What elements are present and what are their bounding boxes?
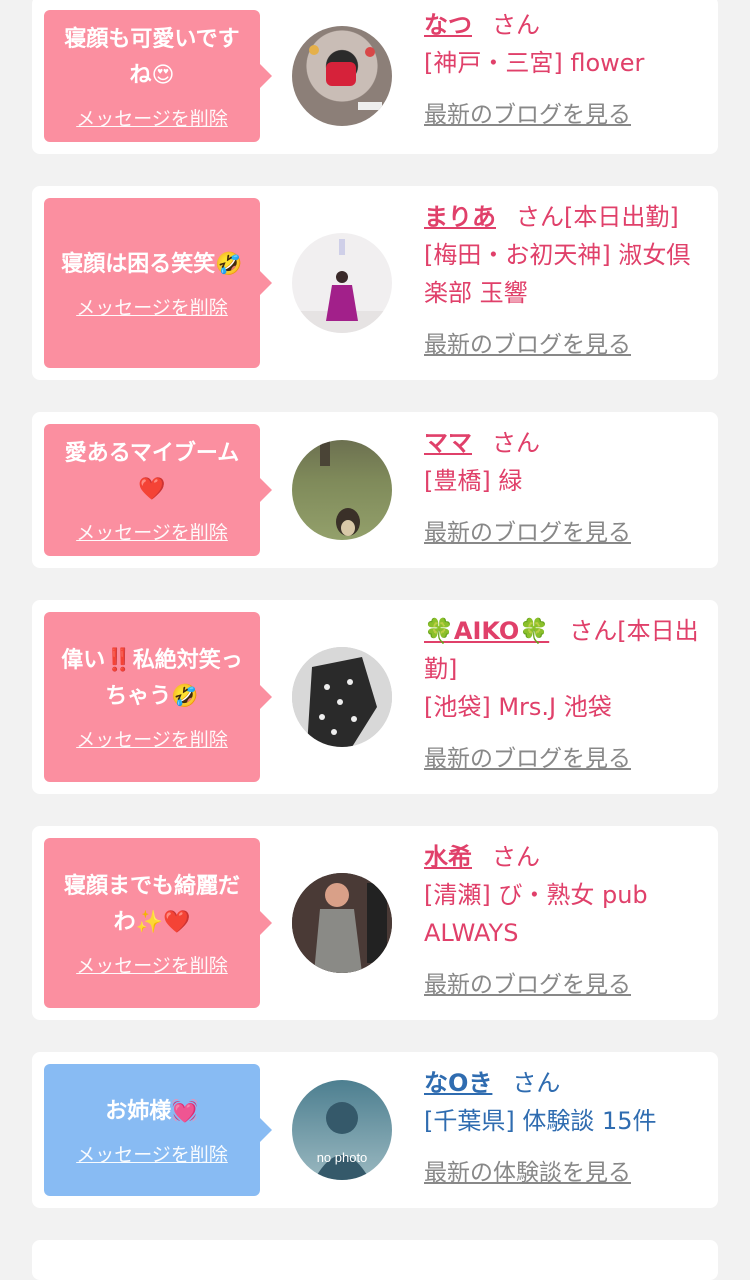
message-bubble: 偉い‼️私絶対笑っちゃう🤣 メッセージを削除 — [44, 612, 272, 782]
sender-info: なつ さん [神戸・三宮] flower 最新のブログを見る — [424, 6, 706, 134]
message-text: 寝顔までも綺麗だわ✨❤️ — [63, 873, 240, 935]
avatar-photo — [320, 440, 360, 536]
message-card: 寝顔までも綺麗だわ✨❤️ メッセージを削除 水希 さん [清瀬] び・熟女 pub… — [32, 826, 718, 1020]
no-photo-label: no photo — [317, 1150, 368, 1165]
sender-suffix: さん[本日出勤] — [516, 203, 679, 231]
avatar[interactable] — [292, 873, 392, 973]
avatar-photo: no photo — [314, 1102, 370, 1180]
avatar[interactable] — [292, 440, 392, 540]
sender-suffix: さん — [512, 1069, 561, 1097]
delete-message-link[interactable]: メッセージを削除 — [76, 293, 228, 320]
message-text: 寝顔も可愛いですね😍 — [64, 26, 240, 88]
message-bubble: 寝顔までも綺麗だわ✨❤️ メッセージを削除 — [44, 838, 272, 1008]
sender-suffix: さん — [492, 429, 540, 457]
message-bubble: 愛あるマイブーム❤️ メッセージを削除 — [44, 424, 272, 556]
avatar[interactable]: no photo — [292, 1080, 392, 1180]
message-card: 偉い‼️私絶対笑っちゃう🤣 メッセージを削除 🍀AIKO🍀 さん[本日出勤] [池… — [32, 600, 718, 794]
blog-link[interactable]: 最新のブログを見る — [424, 326, 706, 364]
sender-info: まりあ さん[本日出勤] [梅田・お初天神] 淑女倶楽部 玉響 最新のブログを見る — [424, 198, 706, 364]
shop-info: [神戸・三宮] flower — [424, 49, 645, 77]
blog-link[interactable]: 最新のブログを見る — [424, 740, 706, 778]
shop-info: [池袋] Mrs.J 池袋 — [424, 693, 612, 721]
message-text: 愛あるマイブーム❤️ — [64, 440, 240, 502]
message-card: 寝顔は困る笑笑🤣 メッセージを削除 まりあ さん[本日出勤] [梅田・お初天神] … — [32, 186, 718, 380]
message-card: お姉様💓 メッセージを削除 no photo なOき さん [千葉県] 体験談 1… — [32, 1052, 718, 1208]
delete-message-link[interactable]: メッセージを削除 — [76, 104, 228, 131]
delete-message-link[interactable]: メッセージを削除 — [76, 518, 228, 545]
sender-info: ママ さん [豊橋] 緑 最新のブログを見る — [424, 424, 706, 552]
message-card: 愛あるマイブーム❤️ メッセージを削除 ママ さん [豊橋] 緑 最新のブログを見… — [32, 412, 718, 568]
avatar-photo — [309, 45, 382, 110]
message-bubble: お姉様💓 メッセージを削除 — [44, 1064, 272, 1196]
message-text: 寝顔は困る笑笑🤣 — [61, 251, 243, 277]
blog-link[interactable]: 最新のブログを見る — [424, 96, 706, 134]
avatar-photo — [292, 239, 392, 333]
avatar-photo — [292, 647, 392, 747]
blog-link[interactable]: 最新のブログを見る — [424, 514, 706, 552]
review-link[interactable]: 最新の体験談を見る — [424, 1154, 706, 1192]
message-text: お姉様💓 — [105, 1098, 199, 1124]
sender-name-link[interactable]: 🍀AIKO🍀 — [424, 617, 549, 645]
shop-info: [千葉県] 体験談 15件 — [424, 1107, 657, 1135]
delete-message-link[interactable]: メッセージを削除 — [76, 1140, 228, 1167]
sender-name-link[interactable]: なOき — [424, 1069, 492, 1097]
shop-info: [清瀬] び・熟女 pub ALWAYS — [424, 881, 648, 947]
message-bubble: 寝顔は困る笑笑🤣 メッセージを削除 — [44, 198, 272, 368]
delete-message-link[interactable]: メッセージを削除 — [76, 951, 228, 978]
sender-name-link[interactable]: まりあ — [424, 203, 496, 231]
sender-suffix: さん — [492, 843, 540, 871]
sender-info: 🍀AIKO🍀 さん[本日出勤] [池袋] Mrs.J 池袋 最新のブログを見る — [424, 612, 706, 778]
avatar[interactable] — [292, 647, 392, 747]
sender-info: なOき さん [千葉県] 体験談 15件 最新の体験談を見る — [424, 1064, 706, 1192]
shop-info: [豊橋] 緑 — [424, 467, 523, 495]
sender-name-link[interactable]: ママ — [424, 429, 472, 457]
message-card: 寝顔も可愛いですね😍 メッセージを削除 なつ さん [神戸・三宮] flower … — [32, 0, 718, 154]
avatar[interactable] — [292, 233, 392, 333]
avatar-photo — [292, 873, 392, 973]
message-card — [32, 1240, 718, 1280]
sender-name-link[interactable]: 水希 — [424, 843, 472, 871]
message-bubble: 寝顔も可愛いですね😍 メッセージを削除 — [44, 10, 272, 142]
sender-name-link[interactable]: なつ — [424, 11, 472, 39]
message-text: 偉い‼️私絶対笑っちゃう🤣 — [61, 647, 243, 709]
sender-info: 水希 さん [清瀬] び・熟女 pub ALWAYS 最新のブログを見る — [424, 838, 706, 1004]
message-list: 寝顔も可愛いですね😍 メッセージを削除 なつ さん [神戸・三宮] flower … — [0, 0, 750, 1280]
avatar[interactable] — [292, 26, 392, 126]
blog-link[interactable]: 最新のブログを見る — [424, 966, 706, 1004]
delete-message-link[interactable]: メッセージを削除 — [76, 725, 228, 752]
sender-suffix: さん — [492, 11, 540, 39]
shop-info: [梅田・お初天神] 淑女倶楽部 玉響 — [424, 241, 691, 307]
